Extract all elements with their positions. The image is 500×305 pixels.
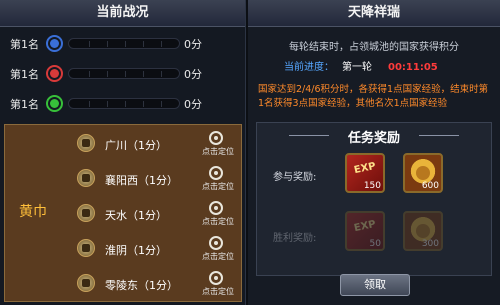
event-title: 天降祥瑞 [248,0,500,27]
city-item: 淮阴（1分） 点击定位 [65,234,235,264]
item-count: 50 [369,239,381,249]
participation-reward-label: 参与奖励: [273,172,317,183]
ranking-row: 第1名 0分 [0,62,246,86]
locate-button[interactable]: 点击定位 [202,251,234,262]
progress-label: 当前进度： [284,62,334,73]
progress-round: 第一轮 [342,62,372,73]
locate-pin-icon[interactable] [209,236,223,250]
rank-points: 0分 [184,38,202,51]
nation-emblem-icon [46,95,63,112]
locate-button[interactable]: 点击定位 [202,216,234,227]
city-item: 广川（1分） 点击定位 [65,129,235,159]
locate-pin-icon[interactable] [209,271,223,285]
item-count: 600 [421,181,439,191]
countdown-timer: 00:11:05 [388,62,438,73]
item-count: 150 [363,181,381,191]
rank-points: 0分 [184,68,202,81]
city-list: 黄巾 广川（1分） 点击定位 襄阳西（1分） 点击定位 天水（1分） 点击定位 … [4,124,242,302]
locate-button[interactable]: 点击定位 [202,181,234,192]
score-progress-bar [68,38,180,49]
coin-icon [416,166,430,180]
reward-title: 任务奖励 [347,131,400,146]
locate-button[interactable]: 点击定位 [202,286,234,297]
locate-pin-icon[interactable] [209,131,223,145]
locate-pin-icon[interactable] [209,201,223,215]
city-icon [77,239,95,257]
scoring-rule-text: 国家达到2/4/6积分时，各获得1点国家经验，结束时第1名获得3点国家经验，其他… [258,84,489,109]
claim-button[interactable]: 领取 [340,274,410,296]
rank-points: 0分 [184,98,202,111]
exp-icon: EXP [353,160,377,177]
nation-emblem-icon [46,65,63,82]
nation-emblem-icon [46,35,63,52]
victory-reward-label: 胜利奖励: [273,233,317,244]
event-description: 每轮结束时，占领城池的国家获得积分 [289,42,459,53]
city-icon [77,274,95,292]
city-item: 天水（1分） 点击定位 [65,199,235,229]
city-name: 广川（1分） [105,139,167,152]
battle-status-title: 当前战况 [0,0,245,27]
exp-reward-item[interactable]: EXP 50 [345,211,385,251]
item-count: 300 [421,239,439,249]
coin-reward-item[interactable]: 600 [403,153,443,193]
faction-name: 黄巾 [19,204,47,220]
rank-label: 第1名 [10,68,39,81]
rank-label: 第1名 [10,38,39,51]
city-item: 襄阳西（1分） 点击定位 [65,164,235,194]
round-progress: 当前进度： 第一轮 00:11:05 [284,58,438,73]
ranking-row: 第1名 0分 [0,32,246,56]
exp-icon: EXP [353,218,377,235]
locate-button[interactable]: 点击定位 [202,146,234,157]
ranking-row: 第1名 0分 [0,92,246,116]
exp-reward-item[interactable]: EXP 150 [345,153,385,193]
city-icon [77,169,95,187]
score-progress-bar [68,68,180,79]
coin-reward-item[interactable]: 300 [403,211,443,251]
coin-icon [416,224,430,238]
city-icon [77,204,95,222]
city-name: 零陵东（1分） [105,279,178,292]
city-name: 天水（1分） [105,209,167,222]
reward-section: 任务奖励 参与奖励: EXP 150 600 胜利奖励: EXP 50 300 [256,122,492,276]
rank-label: 第1名 [10,98,39,111]
locate-pin-icon[interactable] [209,166,223,180]
score-progress-bar [68,98,180,109]
city-name: 襄阳西（1分） [105,174,178,187]
battle-status-panel: 当前战况 第1名 0分 第1名 0分 第1名 0分 黄巾 广川（1分） 点击定位 [0,0,246,305]
city-icon [77,134,95,152]
event-panel: 天降祥瑞 每轮结束时，占领城池的国家获得积分 当前进度： 第一轮 00:11:05 … [248,0,500,305]
city-item: 零陵东（1分） 点击定位 [65,269,235,299]
city-name: 淮阴（1分） [105,244,167,257]
